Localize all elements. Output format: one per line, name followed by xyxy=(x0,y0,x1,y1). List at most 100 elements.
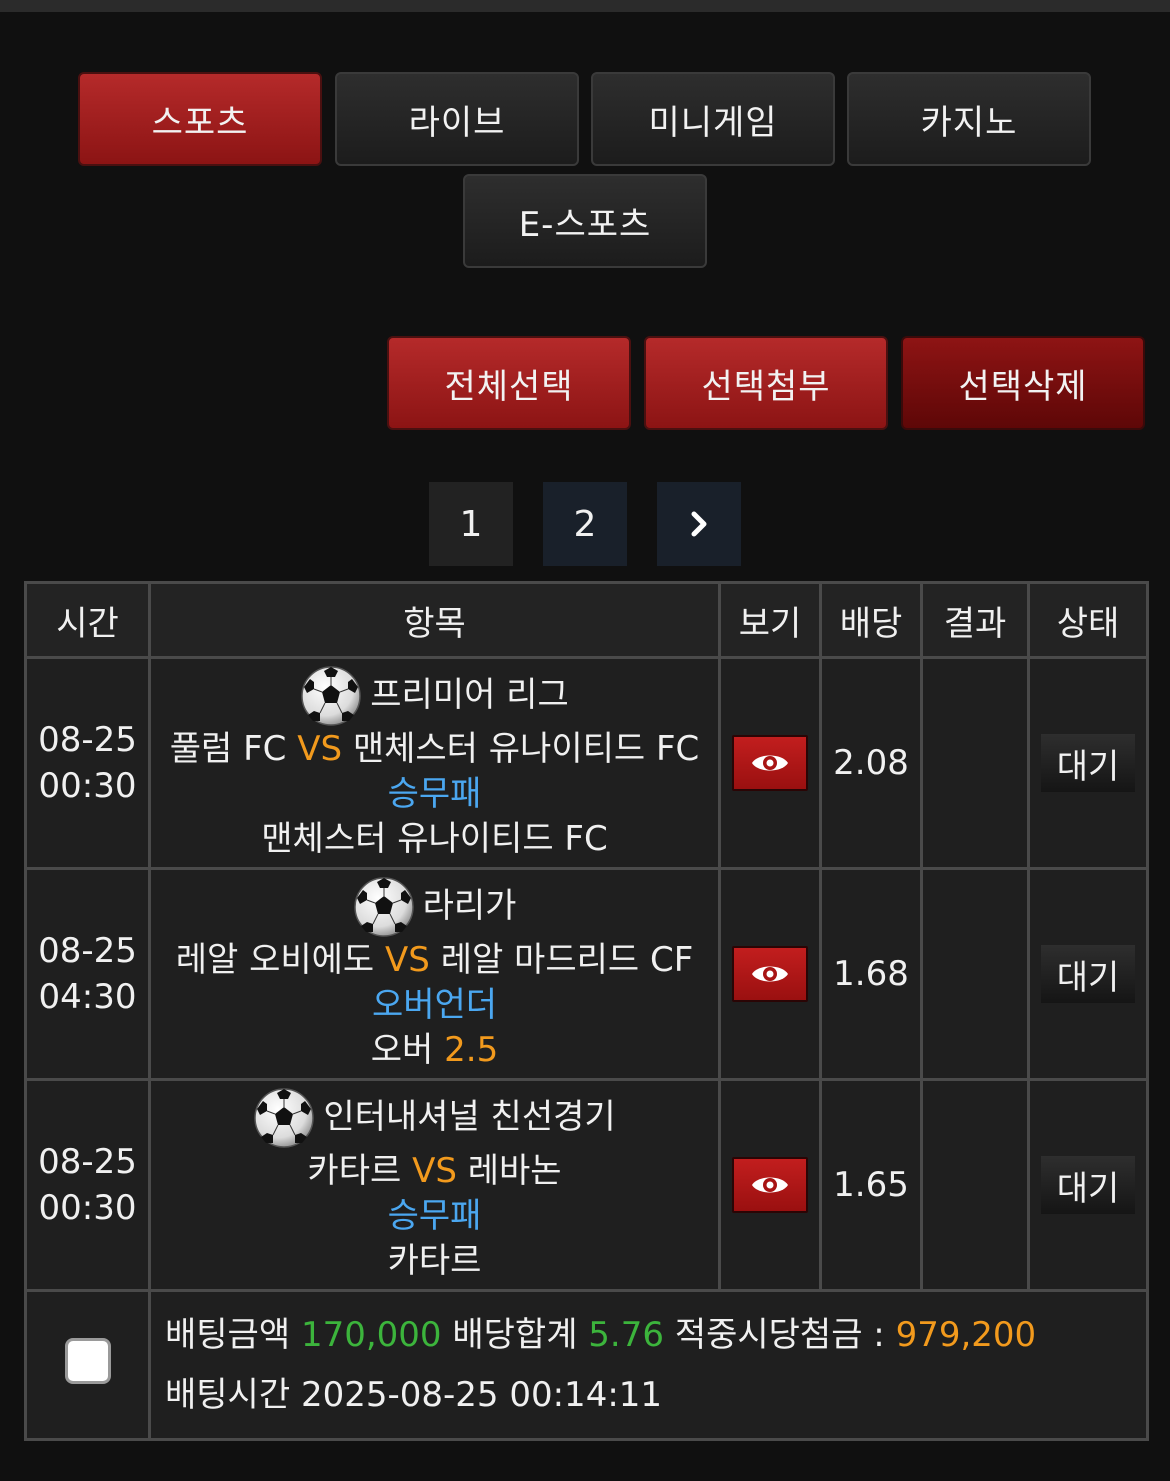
pick-text: 맨체스터 유나이티드 FC xyxy=(261,818,608,859)
status-badge: 대기 xyxy=(1041,945,1135,1003)
header-time: 시간 xyxy=(24,581,151,659)
league-name: 인터내셔널 친선경기 xyxy=(323,1097,616,1137)
row-item: 라리가 레알 오비에도 VS 레알 마드리드 CF 오버언더 오버 2.5 xyxy=(148,867,721,1081)
page-1-button[interactable]: 1 xyxy=(429,482,513,566)
row-time-text: 00:30 xyxy=(38,1188,137,1228)
row-result xyxy=(920,1078,1030,1292)
summary-checkbox-cell xyxy=(24,1289,151,1441)
home-team: 레알 오비에도 xyxy=(175,939,375,980)
row-time-text: 00:30 xyxy=(38,766,137,806)
next-page-button[interactable] xyxy=(657,482,741,566)
tab-live[interactable]: 라이브 xyxy=(335,72,579,166)
table-row: 08-25 00:30 프리미어 리그 풀럼 FC VS 맨체스터 유나이티드 … xyxy=(24,656,1149,870)
row-view xyxy=(718,656,822,870)
soccer-ball-icon xyxy=(353,876,415,938)
eye-icon xyxy=(750,1173,790,1197)
row-status: 대기 xyxy=(1027,867,1149,1081)
header-result: 결과 xyxy=(920,581,1030,659)
header-view: 보기 xyxy=(718,581,822,659)
pick-line: 오버 2.5 xyxy=(151,1028,718,1073)
row-view xyxy=(718,1078,822,1292)
bet-summary: 배팅금액 170,000 배당합계 5.76 적중시당첨금 : 979,200 … xyxy=(148,1289,1149,1441)
bet-time: 2025-08-25 00:14:11 xyxy=(300,1375,663,1415)
row-item: 프리미어 리그 풀럼 FC VS 맨체스터 유나이티드 FC 승무패 맨체스터 … xyxy=(148,656,721,870)
matchup-line: 카타르 VS 레바논 xyxy=(151,1149,718,1194)
matchup-line: 풀럼 FC VS 맨체스터 유나이티드 FC xyxy=(151,727,718,772)
market-type: 오버언더 xyxy=(371,984,498,1025)
tab-casino[interactable]: 카지노 xyxy=(847,72,1091,166)
league-line: 프리미어 리그 xyxy=(151,665,718,727)
bet-history-table: 시간 항목 보기 배당 결과 상태 08-25 00:30 프리미어 리그 풀럼… xyxy=(24,581,1149,1441)
pick-value: 2.5 xyxy=(444,1029,499,1070)
row-time: 08-25 00:30 xyxy=(24,656,151,870)
row-date-text: 08-25 xyxy=(38,720,137,760)
vs-label: VS xyxy=(385,939,430,980)
select-all-button[interactable]: 전체선택 xyxy=(387,336,631,430)
pick-line: 맨체스터 유나이티드 FC xyxy=(151,817,718,862)
status-badge: 대기 xyxy=(1041,734,1135,792)
pick-line: 카타르 xyxy=(151,1239,718,1284)
page-2-button[interactable]: 2 xyxy=(543,482,627,566)
tab-sports[interactable]: 스포츠 xyxy=(78,72,322,166)
payout-label: 적중시당첨금 : xyxy=(674,1315,885,1355)
row-time-text: 04:30 xyxy=(38,977,137,1017)
row-odds: 1.68 xyxy=(819,867,923,1081)
pick-text: 카타르 xyxy=(387,1240,482,1281)
row-date-text: 08-25 xyxy=(38,1142,137,1182)
market-type: 승무패 xyxy=(387,773,482,814)
row-item: 인터내셔널 친선경기 카타르 VS 레바논 승무패 카타르 xyxy=(148,1078,721,1292)
tab-esports[interactable]: E-스포츠 xyxy=(463,174,707,268)
pick-text: 오버 xyxy=(370,1029,434,1070)
summary-row: 배팅금액 170,000 배당합계 5.76 적중시당첨금 : 979,200 … xyxy=(24,1289,1149,1441)
league-name: 라리가 xyxy=(422,886,517,926)
row-date-text: 08-25 xyxy=(38,931,137,971)
soccer-ball-icon xyxy=(300,665,362,727)
away-team: 맨체스터 유나이티드 FC xyxy=(352,728,700,769)
top-bar xyxy=(0,0,1170,12)
eye-icon xyxy=(750,751,790,775)
header-status: 상태 xyxy=(1027,581,1149,659)
odds-total: 5.76 xyxy=(588,1315,664,1355)
eye-icon xyxy=(750,962,790,986)
header-odds: 배당 xyxy=(819,581,923,659)
row-time: 08-25 00:30 xyxy=(24,1078,151,1292)
view-button[interactable] xyxy=(732,946,808,1002)
home-team: 풀럼 FC xyxy=(169,728,287,769)
vs-label: VS xyxy=(412,1150,457,1191)
bet-amount-label: 배팅금액 xyxy=(165,1315,291,1355)
row-odds: 2.08 xyxy=(819,656,923,870)
home-team: 카타르 xyxy=(307,1150,402,1191)
league-name: 프리미어 리그 xyxy=(370,675,569,715)
row-time: 08-25 04:30 xyxy=(24,867,151,1081)
row-odds: 1.65 xyxy=(819,1078,923,1292)
row-result xyxy=(920,656,1030,870)
league-line: 인터내셔널 친선경기 xyxy=(151,1087,718,1149)
view-button[interactable] xyxy=(732,735,808,791)
matchup-line: 레알 오비에도 VS 레알 마드리드 CF xyxy=(151,938,718,983)
row-result xyxy=(920,867,1030,1081)
soccer-ball-icon xyxy=(253,1087,315,1149)
league-line: 라리가 xyxy=(151,876,718,938)
tab-minigame[interactable]: 미니게임 xyxy=(591,72,835,166)
table-row: 08-25 00:30 인터내셔널 친선경기 카타르 VS 레바논 승무패 카타… xyxy=(24,1078,1149,1292)
odds-total-label: 배당합계 xyxy=(452,1315,578,1355)
bet-time-label: 배팅시간 xyxy=(165,1375,291,1415)
select-checkbox[interactable] xyxy=(64,1337,111,1384)
row-view xyxy=(718,867,822,1081)
table-row: 08-25 04:30 라리가 레알 오비에도 VS 레알 마드리드 CF 오버… xyxy=(24,867,1149,1081)
chevron-right-icon xyxy=(691,511,707,537)
market-type: 승무패 xyxy=(387,1195,482,1236)
status-badge: 대기 xyxy=(1041,1156,1135,1214)
delete-selected-button[interactable]: 선택삭제 xyxy=(901,336,1145,430)
summary-line-amounts: 배팅금액 170,000 배당합계 5.76 적중시당첨금 : 979,200 xyxy=(165,1305,1146,1365)
attach-selected-button[interactable]: 선택첨부 xyxy=(644,336,888,430)
away-team: 레바논 xyxy=(467,1150,562,1191)
summary-line-time: 배팅시간 2025-08-25 00:14:11 xyxy=(165,1365,1146,1425)
row-status: 대기 xyxy=(1027,656,1149,870)
away-team: 레알 마드리드 CF xyxy=(440,939,694,980)
bet-amount: 170,000 xyxy=(300,1315,442,1355)
vs-label: VS xyxy=(297,728,343,769)
view-button[interactable] xyxy=(732,1157,808,1213)
header-item: 항목 xyxy=(148,581,721,659)
row-status: 대기 xyxy=(1027,1078,1149,1292)
